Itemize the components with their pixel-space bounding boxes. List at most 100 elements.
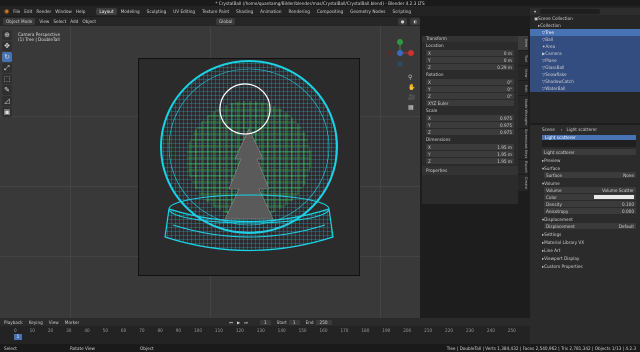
tab-modeling[interactable]: Modeling: [118, 8, 143, 15]
section-viewport-display[interactable]: ▸ Viewport Display: [542, 255, 638, 261]
menu-view[interactable]: View: [39, 19, 49, 24]
scale-x-field[interactable]: X 0.975: [426, 115, 514, 121]
jump-start-icon[interactable]: ⏮: [229, 320, 233, 325]
start-frame-field[interactable]: 1: [288, 319, 300, 325]
mode-selector[interactable]: Object Mode: [3, 18, 36, 25]
timeline[interactable]: Playback Keying View Marker ⏮ ▶ ⏭ 1 Star…: [0, 318, 530, 344]
transform-orientation[interactable]: Global: [216, 18, 236, 25]
material-name-field[interactable]: Light scatterer: [542, 149, 636, 155]
outliner-row[interactable]: ▽ Ball: [530, 36, 640, 43]
section-displacement[interactable]: ▾ Displacement: [542, 216, 638, 222]
playhead[interactable]: 1: [14, 334, 22, 340]
pan-hand-icon[interactable]: ✋: [408, 84, 415, 91]
rotation-x-field[interactable]: X 0°: [426, 79, 514, 85]
menu-render[interactable]: Render: [36, 9, 51, 14]
volume-field[interactable]: Volume Volume Scatter: [544, 187, 636, 193]
blender-logo-icon[interactable]: ◉: [4, 8, 9, 15]
n-tab-screencast[interactable]: Screencast Keys: [518, 129, 528, 159]
play-icon[interactable]: ▶: [237, 320, 240, 325]
menu-marker[interactable]: Marker: [65, 320, 79, 325]
location-y-field[interactable]: Y0 m: [426, 57, 514, 63]
outliner-row[interactable]: ▽ ShadowCatch: [530, 78, 640, 85]
tab-shading[interactable]: Shading: [233, 8, 256, 15]
zoom-icon[interactable]: ⚲: [408, 74, 412, 81]
outliner-row[interactable]: ▣ Scene Collection: [530, 15, 640, 22]
section-volume[interactable]: ▾ Volume: [542, 180, 638, 186]
menu-timeline-view[interactable]: View: [49, 320, 59, 325]
frame-ruler[interactable]: 0 10 20 30 40 50 60 70 80 90 100 110 120 130 140 150 160…: [0, 326, 530, 334]
cursor-icon[interactable]: ⊕: [2, 30, 12, 40]
section-preview[interactable]: ▸ Preview: [542, 157, 638, 163]
scale-z-field[interactable]: Z 0.975: [426, 129, 514, 135]
material-slot-list[interactable]: Light scatterer: [542, 135, 636, 147]
anisotropy-field[interactable]: Anisotropy 0.000: [544, 208, 636, 214]
n-tab-export[interactable]: Export: [518, 160, 528, 174]
outliner-row[interactable]: ▶ Camera: [530, 50, 640, 57]
location-z-field[interactable]: Z 0.29 m: [426, 64, 514, 70]
transform-icon[interactable]: ⬚: [2, 74, 12, 84]
menu-add[interactable]: Add: [70, 19, 78, 24]
n-tab-edit[interactable]: Edit: [518, 81, 528, 95]
menu-playback[interactable]: Playback: [4, 320, 23, 325]
tab-sculpting[interactable]: Sculpting: [144, 8, 170, 15]
color-field[interactable]: Color: [544, 194, 636, 200]
camera-view-icon[interactable]: 🎥: [408, 94, 415, 101]
outliner-row[interactable]: ▽ WaterBall: [530, 85, 640, 92]
filter-icon[interactable]: ▾: [534, 9, 536, 14]
rotation-y-field[interactable]: Y 0°: [426, 86, 514, 92]
grid-icon[interactable]: ▦: [408, 104, 414, 111]
dimensions-y-field[interactable]: Y 1.95 m: [426, 151, 514, 157]
section-custom-properties[interactable]: ▸ Custom Properties: [542, 263, 638, 269]
current-frame-field[interactable]: 1: [259, 319, 271, 325]
outliner-row[interactable]: ✦ Area: [530, 43, 640, 50]
tab-texture-paint[interactable]: Texture Paint: [199, 8, 232, 15]
n-tab-item[interactable]: Item: [518, 36, 528, 50]
scale-y-field[interactable]: Y 0.975: [426, 122, 514, 128]
dimensions-z-field[interactable]: Z 1.95 m: [426, 158, 514, 164]
jump-end-icon[interactable]: ⏭: [244, 320, 248, 325]
rotation-mode-select[interactable]: XYZ Euler: [426, 100, 514, 106]
section-surface[interactable]: ▾ Surface: [542, 165, 638, 171]
displacement-field[interactable]: Displacement Default: [544, 223, 636, 229]
menu-help[interactable]: Help: [76, 9, 86, 14]
section-settings[interactable]: ▸ Settings: [542, 231, 638, 237]
scale-icon[interactable]: ⤢: [2, 63, 12, 73]
menu-window[interactable]: Window: [55, 9, 72, 14]
properties-subpanel[interactable]: Properties: [422, 166, 518, 175]
location-x-field[interactable]: X0 m: [426, 50, 514, 56]
menu-file[interactable]: File: [13, 9, 20, 14]
outliner-row[interactable]: ▽ Snowflake: [530, 71, 640, 78]
tab-rendering[interactable]: Rendering: [286, 8, 313, 15]
tab-animation[interactable]: Animation: [257, 8, 284, 15]
menu-keying[interactable]: Keying: [29, 320, 43, 325]
surface-field[interactable]: Surface None: [544, 172, 636, 178]
color-swatch[interactable]: [594, 195, 634, 199]
tab-uv-editing[interactable]: UV Editing: [170, 8, 198, 15]
n-tab-node-wrangler[interactable]: Node Wrangler: [518, 96, 528, 128]
outliner-row[interactable]: ▸ Collection: [530, 22, 640, 29]
move-icon[interactable]: ✥: [2, 41, 12, 51]
rotate-icon[interactable]: ↻: [2, 52, 12, 62]
end-frame-field[interactable]: 250: [315, 319, 332, 325]
outliner-search[interactable]: [540, 9, 601, 14]
n-tab-view[interactable]: View: [518, 66, 528, 80]
dimensions-x-field[interactable]: X 1.95 m: [426, 144, 514, 150]
section-line-art[interactable]: ▸ Line Art: [542, 247, 638, 253]
n-tab-tool[interactable]: Tool: [518, 51, 528, 65]
annotate-icon[interactable]: ✎: [2, 85, 12, 95]
tab-compositing[interactable]: Compositing: [314, 8, 346, 15]
tab-scripting[interactable]: Scripting: [389, 8, 414, 15]
outliner-row[interactable]: ▽ Plane: [530, 57, 640, 64]
menu-object[interactable]: Object: [82, 19, 96, 24]
rotation-z-field[interactable]: Z 0°: [426, 93, 514, 99]
shading-render-icon[interactable]: ◐: [410, 18, 420, 25]
n-tab-create[interactable]: Create: [518, 175, 528, 191]
density-field[interactable]: Density 0.100: [544, 201, 636, 207]
measure-icon[interactable]: ◿: [2, 96, 12, 106]
tab-geometry-nodes[interactable]: Geometry Nodes: [347, 8, 388, 15]
outliner-row[interactable]: ▽ Tree: [530, 29, 640, 36]
add-cube-icon[interactable]: ▣: [2, 107, 12, 117]
shading-solid-icon[interactable]: ●: [397, 18, 408, 25]
section-material-library[interactable]: ▸ Material Library VX: [542, 239, 638, 245]
material-slot-item[interactable]: Light scatterer: [542, 135, 636, 140]
